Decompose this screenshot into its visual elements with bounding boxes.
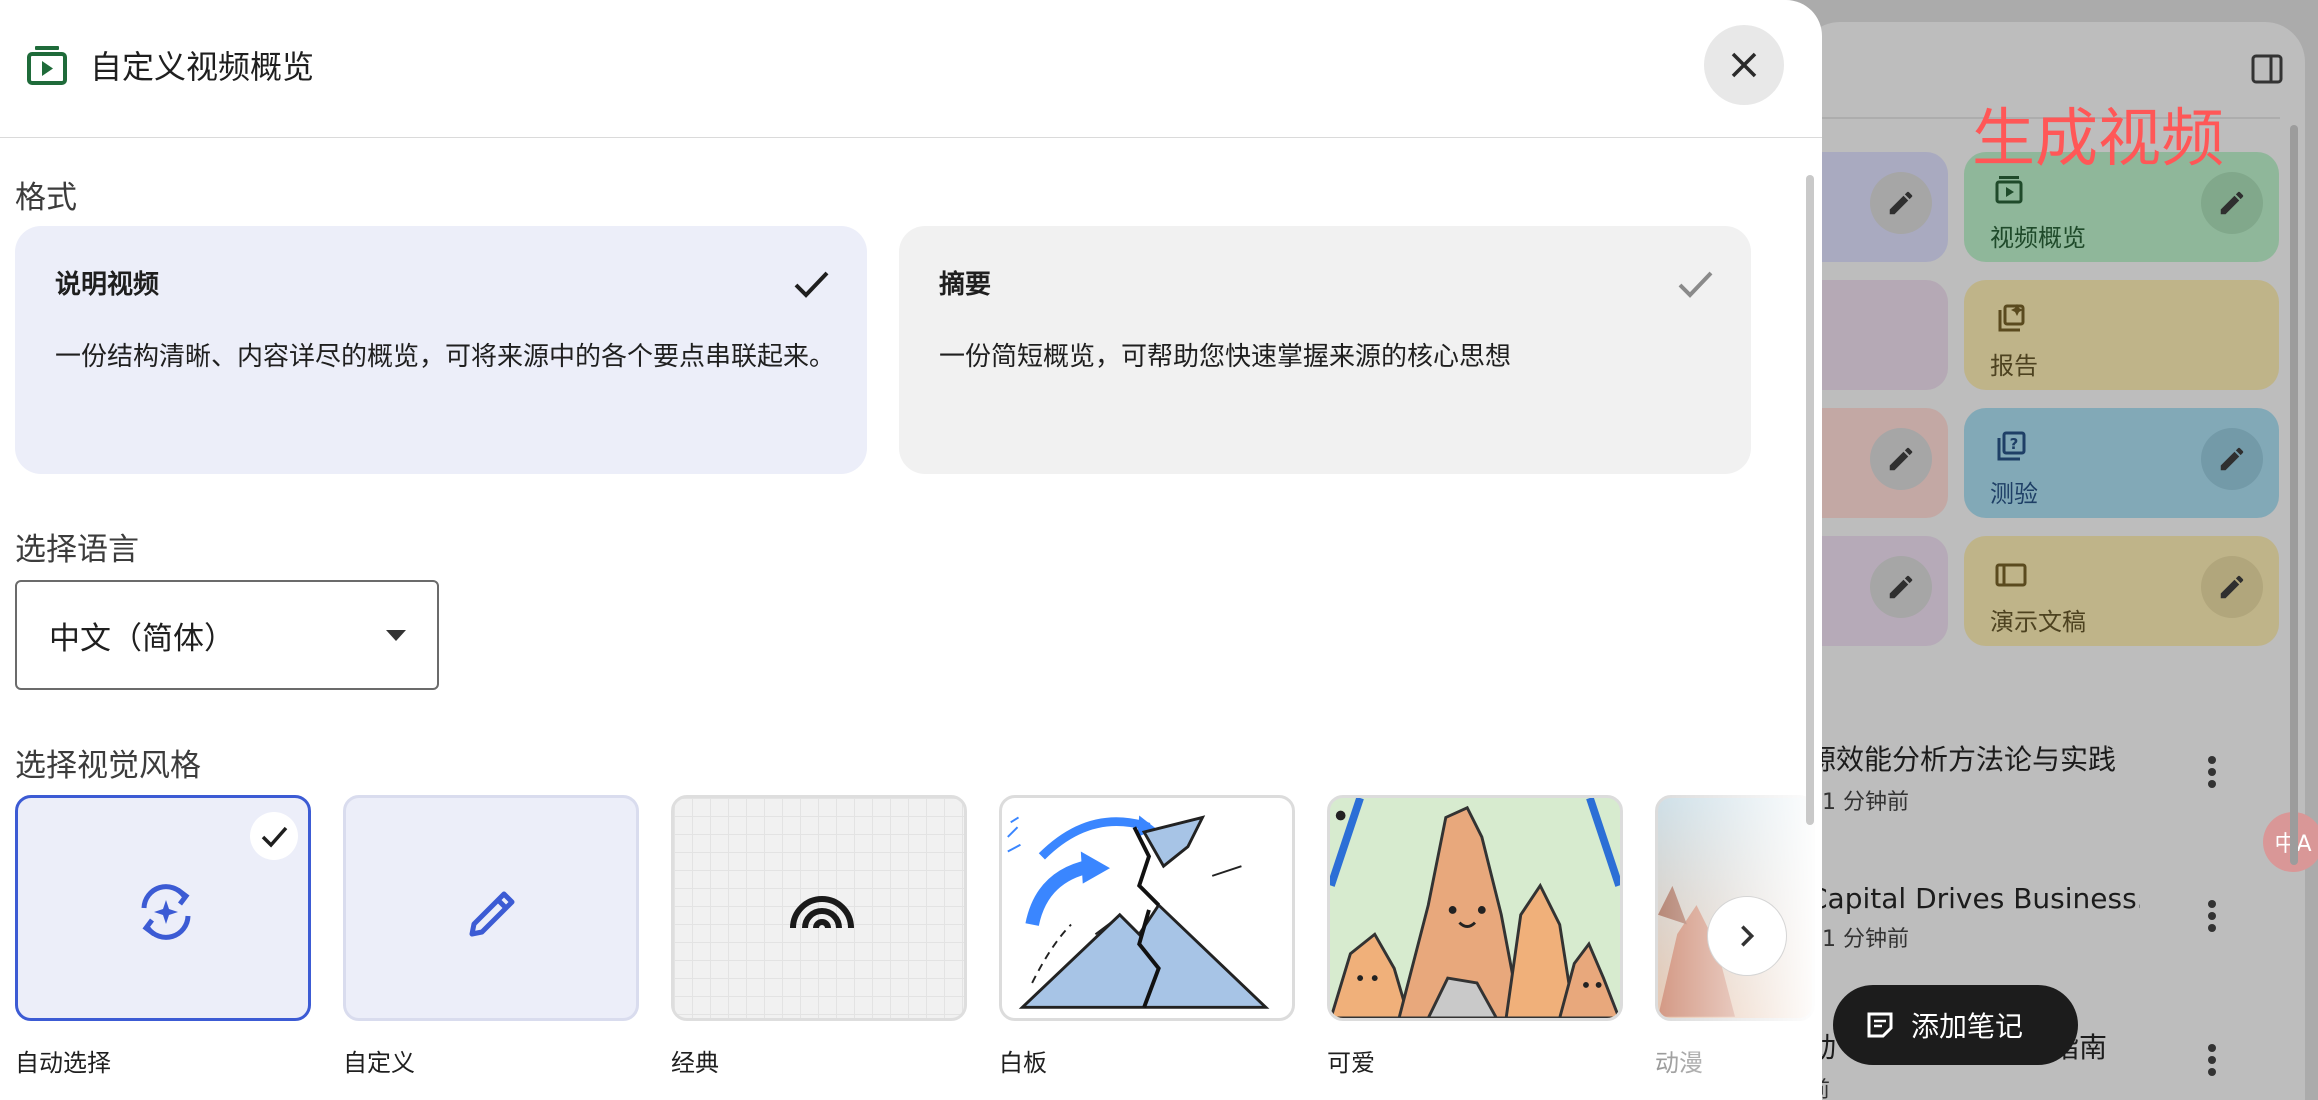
note-title: Capital Drives Business... bbox=[1808, 882, 2140, 915]
style-label: 可爱 bbox=[1327, 1049, 1375, 1077]
note-item[interactable]: 源效能分析方法论与实践 · 1 分钟前 bbox=[1800, 738, 2220, 816]
studio-tile-stub[interactable] bbox=[1800, 152, 1948, 262]
format-desc: 一份简短概览，可帮助您快速掌握来源的核心思想 bbox=[939, 342, 1512, 372]
tile-quiz[interactable]: ? 测验 bbox=[1964, 408, 2279, 518]
style-card-cute[interactable] bbox=[1327, 795, 1623, 1021]
edit-icon[interactable] bbox=[2201, 556, 2263, 618]
quiz-icon: ? bbox=[1994, 430, 2028, 464]
language-select[interactable]: 中文（简体） bbox=[15, 580, 439, 690]
format-card-explainer[interactable]: 说明视频 一份结构清晰、内容详尽的概览，可将来源中的各个要点串联起来。 bbox=[15, 226, 867, 474]
chevron-right-icon bbox=[1741, 925, 1755, 947]
more-vert-icon[interactable] bbox=[2198, 752, 2226, 792]
style-label: 自动选择 bbox=[15, 1049, 111, 1077]
more-vert-icon[interactable] bbox=[2198, 896, 2226, 936]
dialog-scrollbar[interactable] bbox=[1806, 175, 1814, 825]
note-meta: 前 bbox=[1800, 1072, 2220, 1100]
note-icon bbox=[1865, 1010, 1895, 1040]
selected-check-icon bbox=[250, 812, 298, 860]
carousel-next-button[interactable] bbox=[1707, 896, 1787, 976]
cute-mountains-thumbnail bbox=[1330, 798, 1620, 1018]
check-icon bbox=[791, 264, 831, 304]
dropdown-arrow-icon bbox=[385, 629, 407, 643]
style-card-classic[interactable] bbox=[671, 795, 967, 1021]
more-vert-icon[interactable] bbox=[2198, 1040, 2226, 1080]
dialog-title: 自定义视频概览 bbox=[90, 48, 315, 86]
format-card-brief[interactable]: 摘要 一份简短概览，可帮助您快速掌握来源的核心思想 bbox=[899, 226, 1751, 474]
video-overview-icon bbox=[26, 44, 68, 86]
tile-label: 报告 bbox=[1990, 352, 2038, 380]
language-section-label: 选择语言 bbox=[15, 532, 139, 568]
pencil-icon bbox=[464, 880, 524, 940]
note-meta: · 1 分钟前 bbox=[1808, 927, 1909, 952]
tile-label: 演示文稿 bbox=[1990, 608, 2086, 636]
auto-awesome-icon bbox=[134, 880, 198, 944]
panel-toggle-icon[interactable] bbox=[2250, 52, 2284, 86]
edit-icon[interactable] bbox=[2201, 172, 2263, 234]
style-label: 白板 bbox=[999, 1049, 1047, 1077]
note-meta: · 1 分钟前 bbox=[1808, 790, 1909, 815]
studio-tile-stub[interactable] bbox=[1800, 408, 1948, 518]
report-icon bbox=[1994, 302, 2028, 336]
customize-video-dialog: 自定义视频概览 格式 说明视频 一份结构清晰、内容详尽的概览，可将来源中的各个要… bbox=[0, 0, 1822, 1100]
studio-tile-stub[interactable] bbox=[1800, 536, 1948, 646]
style-card-whiteboard[interactable] bbox=[999, 795, 1295, 1021]
format-section-label: 格式 bbox=[15, 180, 77, 216]
tile-label: 视频概览 bbox=[1990, 224, 2086, 252]
add-note-button[interactable]: 添加笔记 bbox=[1833, 985, 2078, 1065]
svg-text:?: ? bbox=[2010, 435, 2019, 453]
note-item[interactable]: Capital Drives Business... · 1 分钟前 bbox=[1800, 882, 2220, 953]
rainbow-icon bbox=[789, 882, 855, 932]
format-title: 说明视频 bbox=[55, 270, 160, 300]
edit-icon[interactable] bbox=[1870, 428, 1932, 490]
note-title: 源效能分析方法论与实践 bbox=[1808, 743, 2117, 776]
edit-icon[interactable] bbox=[2201, 428, 2263, 490]
style-section-label: 选择视觉风格 bbox=[15, 748, 201, 784]
video-overview-icon bbox=[1994, 174, 2028, 208]
close-button[interactable] bbox=[1704, 25, 1784, 105]
studio-tile-stub[interactable] bbox=[1800, 280, 1948, 390]
edit-icon[interactable] bbox=[1870, 556, 1932, 618]
check-icon bbox=[1675, 264, 1715, 304]
tile-label: 测验 bbox=[1990, 480, 2038, 508]
dialog-header: 自定义视频概览 bbox=[0, 0, 1822, 138]
format-desc: 一份结构清晰、内容详尽的概览，可将来源中的各个要点串联起来。 bbox=[55, 342, 836, 372]
style-card-custom[interactable] bbox=[343, 795, 639, 1021]
style-label: 自定义 bbox=[343, 1049, 415, 1077]
volcano-sketch-thumbnail bbox=[1007, 815, 1270, 1009]
language-value: 中文（简体） bbox=[49, 620, 235, 657]
tile-report[interactable]: 报告 bbox=[1964, 280, 2279, 390]
add-note-label: 添加笔记 bbox=[1911, 1010, 2024, 1043]
style-card-auto[interactable] bbox=[15, 795, 311, 1021]
edit-icon[interactable] bbox=[1870, 172, 1932, 234]
slides-icon bbox=[1994, 558, 2028, 592]
studio-scrollbar[interactable] bbox=[2290, 125, 2298, 865]
annotation-text: 生成视频 bbox=[1972, 102, 2224, 175]
style-label: 经典 bbox=[671, 1049, 719, 1077]
tile-slides[interactable]: 演示文稿 bbox=[1964, 536, 2279, 646]
format-title: 摘要 bbox=[939, 270, 992, 300]
close-icon bbox=[1731, 52, 1757, 78]
